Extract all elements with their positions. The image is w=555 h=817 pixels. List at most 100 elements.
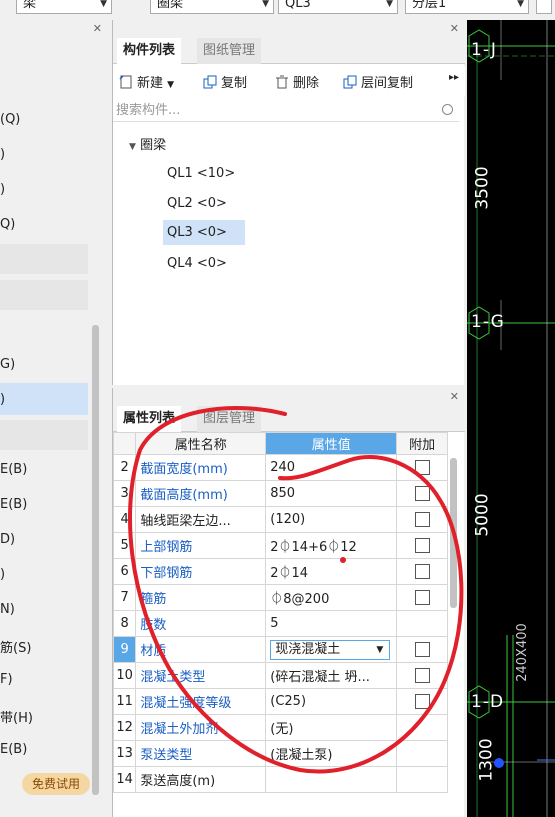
property-value[interactable]: ⏀8@200	[265, 584, 398, 611]
row-number: 4	[112, 506, 137, 533]
property-value[interactable]: (C25)	[265, 688, 398, 715]
left-selected-row[interactable]	[0, 383, 88, 415]
tab-component-list[interactable]: 构件列表	[117, 38, 182, 64]
material-select[interactable]: 现浇混凝土 ▼	[270, 639, 391, 660]
category-select[interactable]: 圈梁 ▼	[150, 0, 274, 14]
row-number: 14	[112, 766, 137, 793]
search-placeholder: 搜索构件...	[116, 103, 181, 118]
left-list-item[interactable]: E(B)	[0, 462, 27, 477]
property-value[interactable]: 5	[265, 610, 398, 637]
table-row[interactable]: 12 混凝土外加剂 (无)	[112, 714, 448, 741]
delete-button[interactable]: 删除	[275, 72, 319, 91]
tab-drawing-management[interactable]: 图纸管理	[197, 38, 262, 64]
cad-canvas[interactable]: 1-J 3500 1-G 5000 240X400 1-D 1300	[467, 20, 555, 817]
left-list-item[interactable]: 筋(S)	[0, 637, 31, 656]
table-row[interactable]: 8 肢数 5	[112, 610, 448, 637]
left-list-item[interactable]: Q)	[0, 217, 15, 232]
row-number: 12	[112, 714, 137, 741]
chevron-down-icon: ▼	[376, 644, 384, 655]
left-list-item[interactable]: E(B)	[0, 742, 27, 757]
tree-item-ql2[interactable]: QL2 <0>	[163, 194, 231, 213]
left-list-item[interactable]: N)	[0, 602, 15, 617]
extra-checkbox[interactable]	[414, 590, 430, 605]
property-name: 肢数	[135, 610, 267, 637]
extra-checkbox[interactable]	[414, 668, 430, 683]
property-value[interactable]: (120)	[265, 506, 398, 533]
search-icon	[442, 104, 453, 115]
extra-checkbox[interactable]	[414, 512, 430, 527]
left-list-item[interactable]: )	[0, 392, 5, 407]
table-row-selected[interactable]: 9 材质 现浇混凝土 ▼	[112, 636, 448, 663]
extra-cell	[396, 766, 448, 793]
extra-checkbox[interactable]	[414, 538, 430, 553]
left-list-item[interactable]: G)	[0, 357, 15, 372]
layer-select[interactable]: 分层1 ▼	[405, 0, 529, 14]
property-value[interactable]: (碎石混凝土 坍...	[265, 662, 398, 689]
table-row[interactable]: 2 截面宽度(mm) 240	[112, 454, 448, 481]
component-select[interactable]: QL3 ▼	[278, 0, 398, 14]
left-list-item[interactable]: E(B)	[0, 497, 27, 512]
property-value[interactable]: 2⏀14	[265, 558, 398, 585]
extra-checkbox[interactable]	[414, 486, 430, 501]
left-list-item[interactable]: )	[0, 567, 5, 582]
property-table: 属性名称 属性值 附加 2 截面宽度(mm) 240 3 截面高度(mm) 850 4轴…	[112, 432, 448, 793]
extra-cell	[396, 636, 448, 663]
property-value[interactable]: (混凝土泵)	[265, 740, 398, 767]
extra-cell	[396, 480, 448, 507]
property-value[interactable]: 240	[265, 454, 398, 481]
property-name: 截面宽度(mm)	[135, 454, 267, 481]
extra-checkbox[interactable]	[414, 564, 430, 579]
tree-item-ql1[interactable]: QL1 <10>	[163, 164, 239, 183]
copy-button[interactable]: 复制	[203, 72, 247, 91]
table-row[interactable]: 10 混凝土类型 (碎石混凝土 坍...	[112, 662, 448, 689]
more-icon[interactable]: ▸▸	[449, 72, 459, 83]
tree-item-ql3[interactable]: QL3 <0>	[163, 220, 245, 245]
table-row[interactable]: 14 泵送高度(m)	[112, 766, 448, 793]
trial-badge[interactable]: 免费试用	[22, 773, 90, 795]
left-scrollbar[interactable]	[92, 325, 99, 795]
table-row[interactable]: 3 截面高度(mm) 850	[112, 480, 448, 507]
property-value[interactable]: 850	[265, 480, 398, 507]
left-list-item[interactable]: )	[0, 182, 5, 197]
close-icon[interactable]: ✕	[450, 390, 459, 403]
extra-cell	[396, 584, 448, 611]
option-checkbox[interactable]	[536, 0, 552, 14]
property-value[interactable]: (无)	[265, 714, 398, 741]
search-input[interactable]: 搜索构件...	[113, 100, 459, 122]
chevron-down-icon: ▼	[517, 0, 524, 9]
property-table-header: 属性名称 属性值 附加	[112, 432, 448, 455]
table-row[interactable]: 4 轴线距梁左边... (120)	[112, 506, 448, 533]
close-icon[interactable]: ✕	[93, 22, 102, 35]
new-button[interactable]: 新建 ▼	[119, 72, 174, 91]
property-value[interactable]	[265, 766, 398, 793]
tree-root-ring-beam[interactable]: ▼ 圈梁	[129, 134, 166, 153]
table-row[interactable]: 11 混凝土强度等级 (C25)	[112, 688, 448, 715]
component-tabs: 构件列表 图纸管理	[113, 38, 465, 64]
header-property-value: 属性值	[265, 432, 398, 455]
chevron-down-icon: ▼	[386, 0, 393, 9]
table-row[interactable]: 7 箍筋 ⏀8@200	[112, 584, 448, 611]
table-row[interactable]: 6 下部钢筋 2⏀14	[112, 558, 448, 585]
table-row[interactable]: 13 泵送类型 (混凝土泵)	[112, 740, 448, 767]
chevron-down-icon: ▼	[100, 0, 107, 9]
property-value[interactable]: 2⏀14+6⏀12	[265, 532, 398, 559]
floor-copy-button[interactable]: 层间复制	[343, 72, 413, 91]
table-row[interactable]: 5 上部钢筋 2⏀14+6⏀12	[112, 532, 448, 559]
tab-property-list[interactable]: 属性列表	[117, 406, 182, 432]
left-list-item[interactable]: (Q)	[0, 112, 20, 127]
close-icon[interactable]: ✕	[450, 22, 459, 35]
left-list-item[interactable]: F)	[0, 672, 13, 687]
tree-item-ql4[interactable]: QL4 <0>	[163, 254, 231, 273]
left-list-item[interactable]: 带(H)	[0, 707, 33, 726]
extra-checkbox[interactable]	[414, 694, 430, 709]
extra-checkbox[interactable]	[414, 642, 430, 657]
property-scrollbar[interactable]	[450, 458, 457, 608]
tab-layer-management[interactable]: 图层管理	[197, 406, 262, 432]
left-list-item[interactable]: )	[0, 147, 5, 162]
type-select[interactable]: 梁 ▼	[16, 0, 112, 14]
left-list-item[interactable]: D)	[0, 532, 15, 547]
property-name: 下部钢筋	[135, 558, 267, 585]
component-list-panel: ✕ 构件列表 图纸管理 新建 ▼ 复制 删除 层间复制 ▸▸ 搜索构件... ▼…	[112, 20, 465, 385]
extra-checkbox[interactable]	[414, 460, 430, 475]
left-panel: ✕ (Q) ) ) Q) G) ) E(B) E(B) D) ) N) 筋(S)…	[0, 20, 108, 817]
